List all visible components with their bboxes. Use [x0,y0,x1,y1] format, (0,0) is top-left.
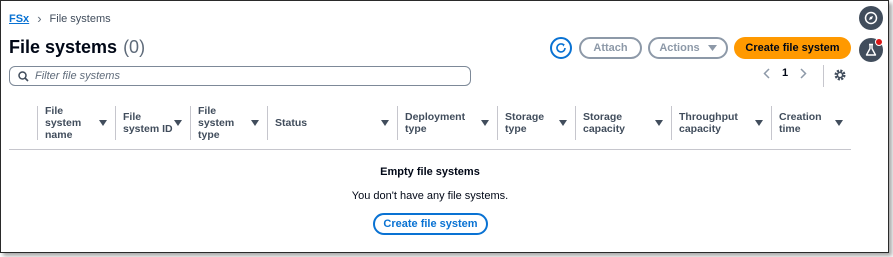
column-header-creation-time[interactable]: Creation time [771,98,851,148]
search-icon [18,70,29,82]
chevron-right-icon[interactable] [800,67,807,79]
breadcrumb-current: File systems [49,12,111,25]
settings-icon [834,69,846,81]
labs-button[interactable] [859,38,883,62]
compass-icon [864,11,878,25]
column-label: Storage type [505,111,545,135]
column-divider [37,106,38,140]
sort-caret-icon[interactable] [251,120,259,126]
column-header-storage-capacity[interactable]: Storage capacity [575,98,671,148]
column-label: File system name [45,105,82,141]
create-file-system-button[interactable]: Create file system [734,37,851,59]
sort-caret-icon[interactable] [381,120,389,126]
create-file-system-button-label: Create file system [745,42,840,54]
breadcrumb-separator-icon: › [37,11,42,26]
search-input[interactable] [35,70,455,82]
notification-dot [875,38,883,46]
column-divider [575,106,576,140]
pagination: 1 [763,67,807,79]
column-label: Deployment type [405,111,466,135]
column-header-file-system-name[interactable]: File system name [37,98,115,148]
page-frame: FSx › File systems File systems (0) Atta… [0,0,889,253]
actions-dropdown[interactable]: Actions [648,37,728,59]
sort-caret-icon[interactable] [655,120,663,126]
column-divider [771,106,772,140]
page-title: File systems [9,37,118,57]
sort-caret-icon[interactable] [755,120,763,126]
search-field[interactable] [9,66,471,86]
column-divider [671,106,672,140]
column-header-status[interactable]: Status [267,98,397,148]
column-divider [115,106,116,140]
breadcrumb-fsx-link[interactable]: FSx [9,13,29,25]
sort-caret-icon[interactable] [559,120,567,126]
column-divider [497,106,498,140]
actions-button-label: Actions [659,42,700,54]
column-divider [267,106,268,140]
column-header-file-system-id[interactable]: File system ID [115,98,190,148]
page-number[interactable]: 1 [782,67,788,79]
attach-button-label: Attach [593,42,628,54]
column-label: Creation time [779,111,822,135]
empty-state-create-button[interactable]: Create file system [373,213,488,235]
column-label: Status [275,117,308,129]
column-header-storage-type[interactable]: Storage type [497,98,575,148]
column-header-file-system-type[interactable]: File system type [190,98,267,148]
refresh-button[interactable] [550,37,572,59]
column-label: File system type [198,105,235,141]
table-settings-button[interactable] [833,68,847,87]
empty-state-message: You don't have any file systems. [351,190,509,202]
column-header-deployment-type[interactable]: Deployment type [397,98,497,148]
attach-button[interactable]: Attach [579,37,642,59]
column-divider [190,106,191,140]
file-system-count: (0) [123,37,146,57]
chevron-left-icon[interactable] [763,67,770,79]
column-header-throughput-capacity[interactable]: Throughput capacity [671,98,771,148]
title-row: File systems (0) [9,37,145,58]
pager-divider [823,65,824,87]
empty-state-create-label: Create file system [383,218,478,230]
column-label: Storage capacity [583,111,626,135]
sort-caret-icon[interactable] [481,120,489,126]
caret-down-icon [707,44,717,51]
sort-caret-icon[interactable] [174,120,182,126]
column-divider [397,106,398,140]
column-label: File system ID [123,111,173,135]
table-header: File system name File system ID File sys… [9,98,851,148]
sort-caret-icon[interactable] [99,120,107,126]
empty-state-title: Empty file systems [380,166,480,178]
column-label: Throughput capacity [679,111,738,135]
sort-caret-icon[interactable] [835,120,843,126]
breadcrumb: FSx › File systems [9,11,111,26]
refresh-icon [556,43,566,53]
compass-button[interactable] [859,6,883,30]
table-header-divider [9,149,851,150]
